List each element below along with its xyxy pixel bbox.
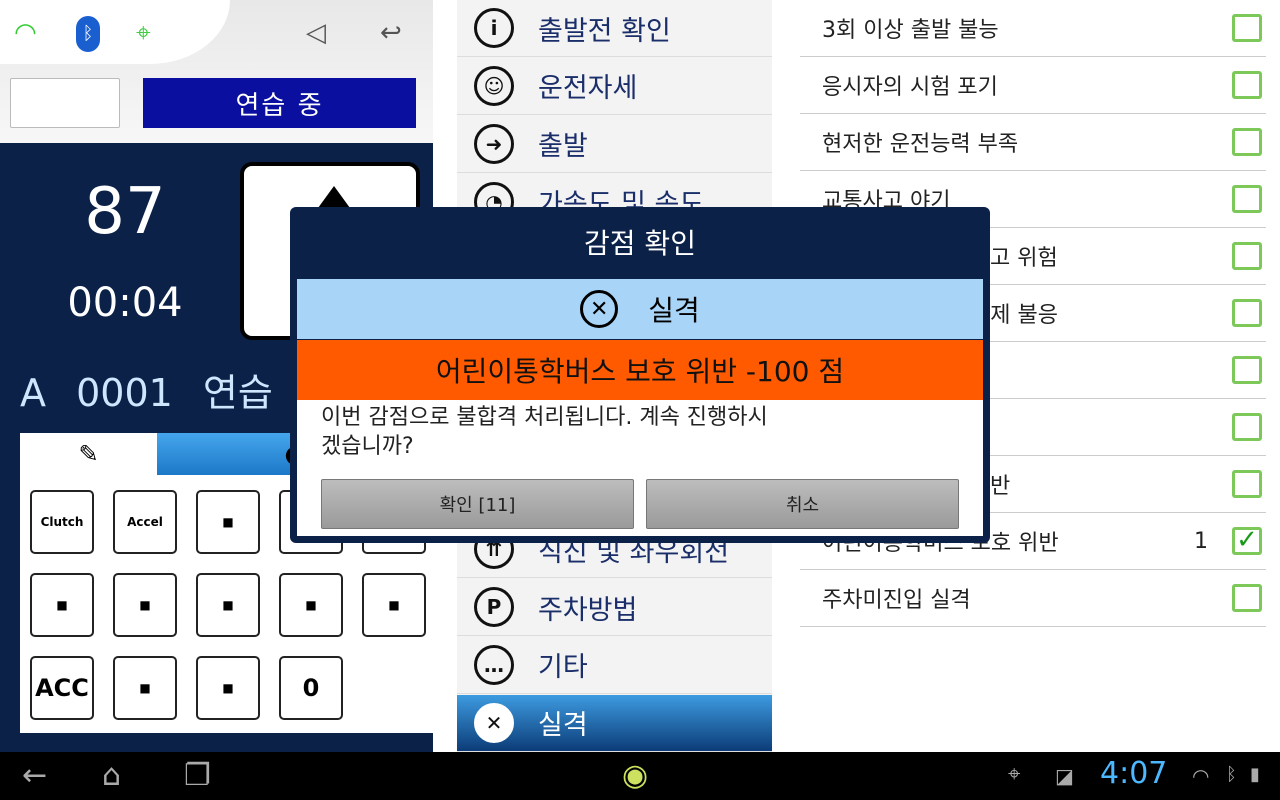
criteria-label: 응시자의 시험 포기 bbox=[822, 75, 998, 100]
checkbox[interactable] bbox=[1232, 185, 1262, 213]
course-code: A 0001 연습 bbox=[20, 362, 273, 417]
menu-item-label: 실격 bbox=[538, 710, 588, 742]
turn-signal-icon[interactable]: ■ bbox=[113, 573, 177, 637]
bluetooth-status-icon: ᛒ bbox=[1226, 764, 1237, 785]
headlight-icon[interactable]: ■ bbox=[279, 573, 343, 637]
criteria-row[interactable]: 주차미진입 실격 bbox=[800, 570, 1266, 627]
course: A bbox=[20, 371, 46, 415]
speaker-icon[interactable]: ◁ bbox=[306, 18, 326, 48]
pencil-check-icon: ✎ bbox=[78, 440, 99, 468]
confirm-button[interactable]: 확인 [11] bbox=[321, 479, 634, 529]
back-icon[interactable]: ↩ bbox=[380, 18, 402, 48]
driver-icon: ☺ bbox=[474, 65, 514, 106]
checkbox[interactable] bbox=[1232, 299, 1262, 327]
criteria-row[interactable]: 응시자의 시험 포기 bbox=[800, 57, 1266, 114]
checkbox[interactable] bbox=[1232, 242, 1262, 270]
bluetooth-icon: ᛒ bbox=[76, 16, 100, 52]
parking-icon: P bbox=[474, 587, 514, 627]
cancel-button[interactable]: 취소 bbox=[646, 479, 959, 529]
menu-item-label: 출발 bbox=[538, 131, 588, 163]
menu-item[interactable]: i 출발전 확인 bbox=[457, 0, 772, 57]
mode: 연습 bbox=[202, 371, 273, 415]
criteria-label: 주차미진입 실격 bbox=[822, 588, 971, 613]
arrow-up-icon bbox=[318, 186, 350, 208]
criteria-count: 1 bbox=[1194, 528, 1208, 554]
category-label: 실격 bbox=[648, 294, 700, 327]
acc-icon[interactable]: ACC bbox=[30, 656, 94, 720]
checkbox[interactable] bbox=[1232, 413, 1262, 441]
menu-item-label: 운전자세 bbox=[538, 73, 638, 105]
checkbox[interactable] bbox=[1232, 584, 1262, 612]
criteria-label: 현저한 운전능력 부족 bbox=[822, 132, 1019, 157]
wiper-icon[interactable]: ■ bbox=[362, 573, 426, 637]
menu-item-label: 기타 bbox=[538, 652, 588, 684]
checkbox[interactable]: ✓ bbox=[1232, 527, 1262, 555]
gps-icon: ⌖ bbox=[136, 18, 151, 48]
dialog-category: ✕ 실격 bbox=[297, 279, 983, 339]
dialog-message: 이번 감점으로 불합격 처리됩니다. 계속 진행하시겠습니까? bbox=[321, 405, 768, 459]
battery-icon: ▮ bbox=[1250, 764, 1260, 785]
menu-item[interactable]: ☺ 운전자세 bbox=[457, 58, 772, 115]
criteria-label: 고 위험 bbox=[990, 246, 1058, 271]
wifi-icon: ◠ bbox=[14, 18, 37, 48]
menu-item[interactable]: … 기타 bbox=[457, 637, 772, 694]
dialog-title: 감점 확인 bbox=[584, 227, 696, 260]
criteria-row[interactable]: 현저한 운전능력 부족 bbox=[800, 114, 1266, 171]
number: 0001 bbox=[76, 371, 173, 415]
timer: 00:04 bbox=[67, 280, 183, 326]
seatbelt-icon[interactable]: ■ bbox=[196, 573, 260, 637]
chat-icon: … bbox=[474, 644, 514, 685]
counter-icon[interactable]: 0 bbox=[279, 656, 343, 720]
checkbox[interactable] bbox=[1232, 470, 1262, 498]
brake-pedal-icon[interactable]: ■ bbox=[196, 490, 260, 554]
lane-icon[interactable]: ■ bbox=[196, 656, 260, 720]
criteria-label: 3회 이상 출발 불능 bbox=[822, 18, 999, 43]
disqualify-icon: ✕ bbox=[474, 702, 514, 743]
criteria-row[interactable]: 3회 이상 출발 불능 bbox=[800, 0, 1266, 57]
accel-pedal-icon[interactable]: Accel bbox=[113, 490, 177, 554]
info-icon: i bbox=[474, 8, 514, 48]
pedals-icon[interactable]: ■ bbox=[113, 656, 177, 720]
tab-checklist[interactable]: ✎ bbox=[20, 433, 157, 475]
sync-icon: ◪ bbox=[1055, 764, 1074, 788]
checkbox[interactable] bbox=[1232, 128, 1262, 156]
nav-back-icon[interactable]: ← bbox=[22, 758, 47, 793]
nav-center-icon[interactable]: ◉ bbox=[622, 758, 648, 793]
clutch-pedal-icon[interactable]: Clutch bbox=[30, 490, 94, 554]
car-start-icon: ➜ bbox=[474, 123, 514, 164]
disqualify-icon: ✕ bbox=[580, 290, 619, 328]
blank-field[interactable] bbox=[10, 78, 120, 128]
criteria-label: 반 bbox=[990, 474, 1011, 499]
penalty-label: 어린이통학버스 보호 위반 -100 점 bbox=[297, 340, 983, 400]
menu-item-label: 출발전 확인 bbox=[538, 15, 671, 47]
practice-mode-button[interactable]: 연습 중 bbox=[143, 78, 416, 128]
checkbox[interactable] bbox=[1232, 14, 1262, 42]
nav-recent-icon[interactable]: ❐ bbox=[184, 758, 211, 793]
door-icon[interactable]: ■ bbox=[30, 573, 94, 637]
nav-home-icon[interactable]: ⌂ bbox=[102, 758, 121, 793]
menu-item-label: 주차방법 bbox=[538, 594, 638, 626]
gps-status-icon: ⌖ bbox=[1008, 762, 1021, 787]
system-navbar: ← ⌂ ❐ ◉ ⌖ ◪ 4:07 ◠ ᛒ ▮ bbox=[0, 752, 1280, 800]
menu-item[interactable]: ✕ 실격 bbox=[457, 694, 772, 752]
checkbox[interactable] bbox=[1232, 71, 1262, 99]
checkbox[interactable] bbox=[1232, 356, 1262, 384]
clock: 4:07 bbox=[1100, 756, 1168, 791]
menu-item[interactable]: P 주차방법 bbox=[457, 579, 772, 636]
dialog-body: 이번 감점으로 불합격 처리됩니다. 계속 진행하시겠습니까? 확인 [11] … bbox=[297, 400, 983, 536]
wifi-status-icon: ◠ bbox=[1192, 764, 1210, 788]
score: 87 bbox=[84, 175, 166, 249]
penalty-dialog: 감점 확인 ✕ 실격 어린이통학버스 보호 위반 -100 점 이번 감점으로 불… bbox=[290, 207, 990, 543]
menu-item[interactable]: ➜ 출발 bbox=[457, 116, 772, 173]
